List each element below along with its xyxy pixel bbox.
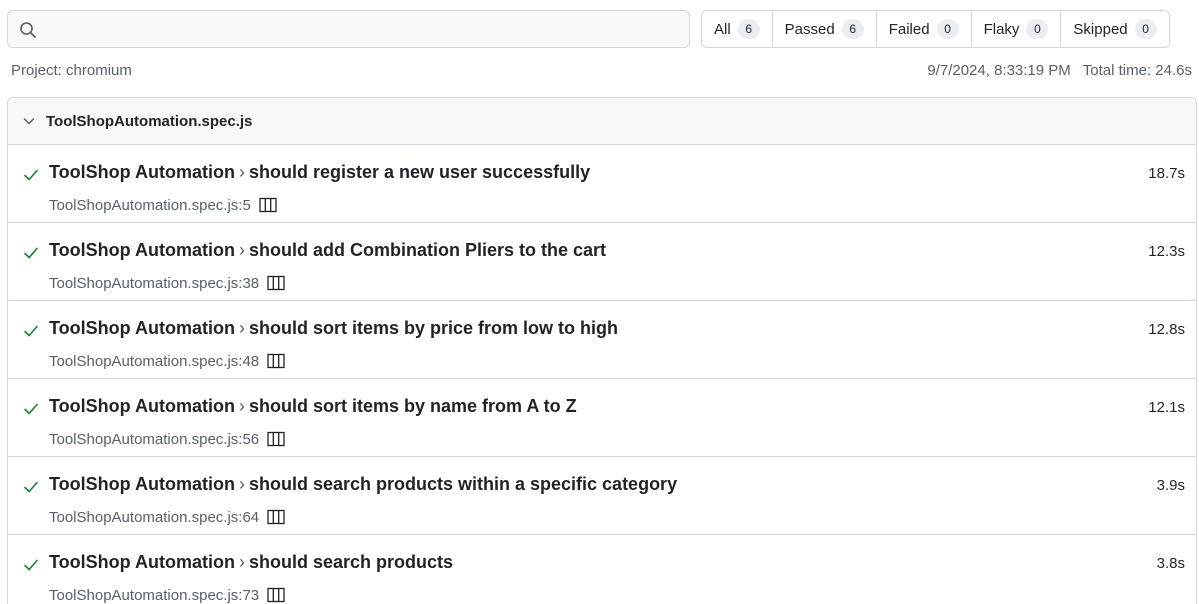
test-title[interactable]: ToolShop Automation › should register a ne… — [49, 162, 590, 183]
search-input[interactable] — [46, 12, 686, 46]
search-icon — [20, 22, 36, 38]
trace-icon[interactable] — [267, 275, 285, 291]
check-icon — [24, 325, 38, 337]
report-meta: Project: chromium 9/7/2024, 8:33:19 PM To… — [11, 62, 1192, 82]
filter-count: 0 — [1134, 19, 1157, 39]
check-icon — [24, 169, 38, 181]
filter-label: Flaky — [983, 20, 1020, 38]
test-location-line: ToolShopAutomation.spec.js:38 — [49, 275, 285, 292]
filter-label: Skipped — [1073, 20, 1128, 38]
test-name: should add Combination Pliers to the car… — [248, 240, 606, 260]
trace-icon[interactable] — [267, 587, 285, 603]
check-icon — [24, 559, 38, 571]
check-icon — [24, 403, 38, 415]
test-location-line: ToolShopAutomation.spec.js:64 — [49, 509, 285, 526]
test-suite: ToolShop Automation — [49, 396, 235, 416]
spec-file-group: ToolShopAutomation.spec.js ToolShop Auto… — [7, 97, 1197, 604]
test-title-separator: › — [238, 552, 245, 572]
run-timestamp: 9/7/2024, 8:33:19 PM — [927, 62, 1071, 79]
test-name: should sort items by name from A to Z — [248, 396, 577, 416]
test-row[interactable]: ToolShop Automation › should register a ne… — [8, 145, 1196, 223]
filter-all[interactable]: All 6 — [702, 11, 772, 47]
test-location: ToolShopAutomation.spec.js:48 — [49, 353, 260, 370]
filter-count: 6 — [737, 19, 760, 39]
filter-count: 0 — [1026, 19, 1049, 39]
chevron-down-icon[interactable] — [22, 114, 36, 128]
test-title-separator: › — [238, 474, 245, 494]
filter-failed[interactable]: Failed 0 — [875, 11, 971, 47]
test-suite: ToolShop Automation — [49, 318, 235, 338]
test-title-separator: › — [238, 318, 245, 338]
status-filters: All 6 Passed 6 Failed 0 Flaky 0 Skipped … — [701, 10, 1170, 48]
test-list: ToolShop Automation › should register a ne… — [8, 145, 1196, 604]
filter-passed[interactable]: Passed 6 — [771, 11, 876, 47]
test-duration: 12.1s — [1148, 399, 1185, 416]
test-location: ToolShopAutomation.spec.js:64 — [49, 509, 260, 526]
test-row[interactable]: ToolShop Automation › should search produc… — [8, 457, 1196, 535]
test-location: ToolShopAutomation.spec.js:56 — [49, 431, 260, 448]
test-location: ToolShopAutomation.spec.js:38 — [49, 275, 260, 292]
test-location: ToolShopAutomation.spec.js:5 — [49, 197, 251, 214]
spec-file-name: ToolShopAutomation.spec.js — [46, 112, 253, 130]
test-location: ToolShopAutomation.spec.js:73 — [49, 587, 260, 604]
filter-label: All — [714, 20, 731, 38]
test-title-separator: › — [238, 162, 245, 182]
trace-icon[interactable] — [259, 197, 277, 213]
filter-label: Failed — [888, 20, 930, 38]
test-suite: ToolShop Automation — [49, 552, 235, 572]
run-info: 9/7/2024, 8:33:19 PM Total time: 24.6s — [927, 62, 1192, 79]
test-row[interactable]: ToolShop Automation › should search produc… — [8, 535, 1196, 604]
filter-label: Passed — [784, 20, 835, 38]
test-location-line: ToolShopAutomation.spec.js:48 — [49, 353, 285, 370]
filter-flaky[interactable]: Flaky 0 — [970, 11, 1061, 47]
test-row[interactable]: ToolShop Automation › should sort items by… — [8, 301, 1196, 379]
test-row[interactable]: ToolShop Automation › should add Combinati… — [8, 223, 1196, 301]
test-title-separator: › — [238, 240, 245, 260]
search-box[interactable] — [7, 10, 690, 48]
trace-icon[interactable] — [267, 509, 285, 525]
filter-count: 6 — [841, 19, 864, 39]
trace-icon[interactable] — [267, 353, 285, 369]
test-location-line: ToolShopAutomation.spec.js:73 — [49, 587, 285, 604]
test-location-line: ToolShopAutomation.spec.js:5 — [49, 197, 277, 214]
test-title-separator: › — [238, 396, 245, 416]
test-title[interactable]: ToolShop Automation › should search produc… — [49, 474, 677, 495]
top-bar: All 6 Passed 6 Failed 0 Flaky 0 Skipped … — [7, 10, 1192, 48]
filter-count: 0 — [936, 19, 959, 39]
project-name: Project: chromium — [11, 62, 132, 79]
test-name: should search products — [248, 552, 454, 572]
test-row[interactable]: ToolShop Automation › should sort items by… — [8, 379, 1196, 457]
test-location-line: ToolShopAutomation.spec.js:56 — [49, 431, 285, 448]
test-title[interactable]: ToolShop Automation › should search produc… — [49, 552, 453, 573]
test-title[interactable]: ToolShop Automation › should add Combinati… — [49, 240, 606, 261]
test-title[interactable]: ToolShop Automation › should sort items by… — [49, 396, 577, 417]
check-icon — [24, 247, 38, 259]
test-suite: ToolShop Automation — [49, 474, 235, 494]
test-duration: 12.8s — [1148, 321, 1185, 338]
trace-icon[interactable] — [267, 431, 285, 447]
test-duration: 3.8s — [1156, 555, 1185, 572]
test-suite: ToolShop Automation — [49, 240, 235, 260]
total-time: Total time: 24.6s — [1082, 62, 1192, 79]
test-title[interactable]: ToolShop Automation › should sort items by… — [49, 318, 618, 339]
check-icon — [24, 481, 38, 493]
test-name: should register a new user successfully — [248, 162, 591, 182]
test-suite: ToolShop Automation — [49, 162, 235, 182]
test-name: should sort items by price from low to h… — [248, 318, 618, 338]
test-duration: 12.3s — [1148, 243, 1185, 260]
filter-skipped[interactable]: Skipped 0 — [1060, 11, 1168, 47]
spec-file-header[interactable]: ToolShopAutomation.spec.js — [8, 98, 1196, 145]
test-duration: 3.9s — [1156, 477, 1185, 494]
test-name: should search products within a specific… — [248, 474, 678, 494]
test-duration: 18.7s — [1148, 165, 1185, 182]
